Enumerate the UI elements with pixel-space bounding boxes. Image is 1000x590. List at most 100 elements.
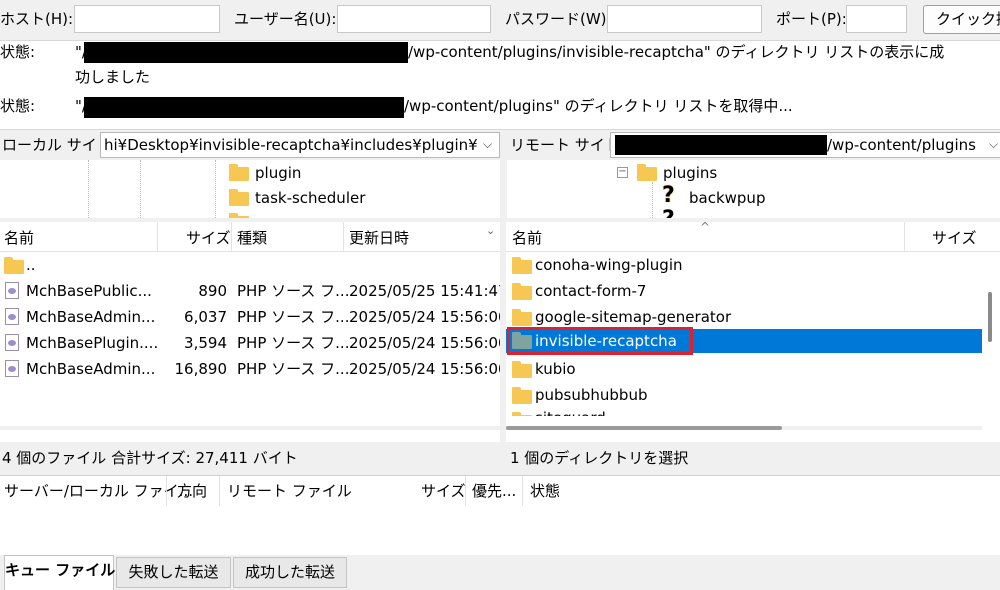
file-size: 16,890 bbox=[174, 360, 228, 378]
tab-failed-transfers[interactable]: 失敗した転送 bbox=[116, 557, 231, 588]
tab-queued-files[interactable]: キュー ファイル bbox=[4, 555, 115, 590]
php-file-icon bbox=[5, 308, 19, 325]
file-type: PHP ソース フ... bbox=[237, 334, 350, 352]
file-type: PHP ソース フ... bbox=[237, 308, 350, 326]
column-separator[interactable] bbox=[343, 222, 344, 252]
php-file-icon bbox=[5, 360, 19, 377]
remote-file-list[interactable]: 名前 ^ サイズ conoha-wing-plugin contact-form… bbox=[506, 222, 1000, 442]
port-input[interactable] bbox=[846, 5, 907, 33]
folder-name: conoha-wing-plugin bbox=[535, 256, 683, 274]
column-header-name[interactable]: 名前 bbox=[4, 228, 34, 248]
tree-guide-line bbox=[88, 160, 89, 218]
folder-icon bbox=[512, 283, 532, 300]
file-modified: 2025/05/24 15:56:00 bbox=[349, 360, 500, 378]
folder-name: kubio bbox=[535, 360, 576, 378]
queue-column-direction[interactable]: 方向 bbox=[177, 481, 207, 501]
tree-guide-line bbox=[140, 160, 141, 218]
queue-column-priority[interactable]: 優先... bbox=[472, 481, 516, 501]
log-message: /wp-content/plugins" のディレクトリ リストを取得中... bbox=[404, 97, 793, 115]
local-status-text: 4 個のファイル 合計サイズ: 27,411 バイト bbox=[2, 449, 298, 467]
folder-icon bbox=[512, 257, 532, 274]
folder-icon bbox=[229, 189, 249, 206]
tree-item-backwpup[interactable]: backwpup bbox=[689, 188, 765, 208]
file-type: PHP ソース フ... bbox=[237, 360, 350, 378]
horizontal-scrollbar[interactable] bbox=[0, 416, 500, 442]
column-separator[interactable] bbox=[522, 476, 523, 506]
username-label: ユーザー名(U): bbox=[234, 10, 337, 28]
scrollbar-thumb[interactable] bbox=[506, 426, 782, 430]
host-input[interactable] bbox=[74, 5, 220, 33]
column-separator[interactable] bbox=[231, 222, 232, 252]
chevron-down-icon[interactable]: ⌵ bbox=[483, 137, 492, 152]
remote-status-text: 1 個のディレクトリを選択 bbox=[510, 449, 689, 467]
local-file-list[interactable]: 名前 サイズ 種類 更新日時 ⌄ .. MchBasePublic... 890… bbox=[0, 222, 500, 442]
column-separator[interactable] bbox=[166, 476, 167, 506]
folder-icon bbox=[637, 164, 657, 181]
column-header-name[interactable]: 名前 bbox=[512, 228, 542, 248]
php-file-icon bbox=[5, 282, 19, 299]
file-name: MchBaseAdmin... bbox=[26, 308, 156, 326]
collapse-icon[interactable]: − bbox=[617, 167, 628, 178]
list-header: 名前 サイズ 種類 更新日時 ⌄ bbox=[0, 222, 500, 252]
transfer-queue[interactable]: サーバー/ローカル ファイ... 方向 リモート ファイル サイズ 優先... … bbox=[0, 475, 1000, 555]
remote-site-bar: リモート サイト: /wp-content/plugins ⌵ bbox=[506, 130, 1000, 160]
tree-item-task-scheduler[interactable]: task-scheduler bbox=[255, 188, 365, 208]
folder-icon bbox=[229, 164, 249, 181]
file-type: PHP ソース フ... bbox=[237, 282, 350, 300]
username-input[interactable] bbox=[337, 5, 491, 33]
remote-site-label: リモート サイト: bbox=[510, 136, 625, 154]
remote-path-text: /wp-content/plugins bbox=[827, 136, 976, 154]
file-size: 6,037 bbox=[184, 308, 227, 326]
highlight-box bbox=[507, 327, 693, 355]
file-name: MchBaseAdmin... bbox=[26, 360, 156, 378]
password-input[interactable] bbox=[607, 5, 762, 33]
column-header-type[interactable]: 種類 bbox=[237, 228, 267, 248]
column-separator[interactable] bbox=[465, 476, 466, 506]
tree-guide-line bbox=[652, 182, 653, 218]
column-header-size[interactable]: サイズ bbox=[186, 228, 231, 248]
queue-column-size[interactable]: サイズ bbox=[421, 481, 466, 501]
queue-column-state[interactable]: 状態 bbox=[530, 481, 560, 501]
column-separator[interactable] bbox=[219, 476, 220, 506]
file-modified: 2025/05/24 15:56:00 bbox=[349, 308, 500, 326]
queue-column-file[interactable]: サーバー/ローカル ファイ... bbox=[4, 481, 193, 501]
redacted-block bbox=[615, 135, 827, 155]
tree-item-plugin[interactable]: plugin bbox=[255, 163, 301, 183]
local-path-text: hi¥Desktop¥invisible-recaptcha¥includes¥… bbox=[104, 136, 478, 154]
folder-name: contact-form-7 bbox=[535, 282, 647, 300]
log-message: /wp-content/plugins/invisible-recaptcha"… bbox=[408, 43, 945, 61]
local-site-bar: ローカル サイト: hi¥Desktop¥invisible-recaptcha… bbox=[0, 130, 502, 160]
remote-path-combobox[interactable]: /wp-content/plugins ⌵ bbox=[610, 132, 1000, 158]
queue-column-remote[interactable]: リモート ファイル bbox=[227, 481, 352, 501]
column-header-modified[interactable]: 更新日時 bbox=[349, 228, 409, 248]
vertical-scrollbar-thumb[interactable] bbox=[988, 292, 992, 342]
port-label: ポート(P): bbox=[776, 10, 847, 28]
list-header: 名前 ^ サイズ bbox=[506, 222, 1000, 252]
remote-tree[interactable]: − plugins ? backwpup ? bbox=[507, 160, 1000, 218]
folder-icon bbox=[512, 361, 532, 378]
quickconnect-button[interactable]: クイック接続 bbox=[923, 5, 1000, 34]
folder-icon bbox=[512, 387, 532, 404]
log-label: 状態: bbox=[0, 43, 36, 61]
redacted-block bbox=[84, 42, 408, 63]
column-header-size[interactable]: サイズ bbox=[932, 228, 977, 248]
tree-guide-line bbox=[215, 160, 216, 218]
file-size: 3,594 bbox=[184, 334, 227, 352]
redacted-block bbox=[84, 97, 404, 118]
message-log: 状態: "/ /wp-content/plugins/invisible-rec… bbox=[0, 40, 1000, 130]
local-tree[interactable]: plugin task-scheduler bbox=[0, 160, 500, 218]
quickconnect-bar: ホスト(H): ユーザー名(U): パスワード(W): ポート(P): クイック… bbox=[0, 0, 1000, 40]
local-path-combobox[interactable]: hi¥Desktop¥invisible-recaptcha¥includes¥… bbox=[100, 132, 500, 158]
folder-name: google-sitemap-generator bbox=[535, 308, 732, 326]
chevron-down-icon[interactable]: ⌵ bbox=[989, 137, 998, 152]
folder-name: pubsubhubbub bbox=[535, 386, 648, 404]
file-modified: 2025/05/25 15:41:47 bbox=[349, 282, 500, 300]
column-separator[interactable] bbox=[157, 222, 158, 252]
tab-successful-transfers[interactable]: 成功した転送 bbox=[233, 557, 347, 588]
horizontal-scrollbar[interactable] bbox=[506, 416, 1000, 442]
column-separator[interactable] bbox=[904, 222, 905, 252]
file-modified: 2025/05/24 15:56:00 bbox=[349, 334, 500, 352]
question-mark-icon: ? bbox=[662, 183, 675, 208]
tree-item-plugins[interactable]: plugins bbox=[663, 163, 717, 183]
folder-icon bbox=[4, 257, 24, 274]
